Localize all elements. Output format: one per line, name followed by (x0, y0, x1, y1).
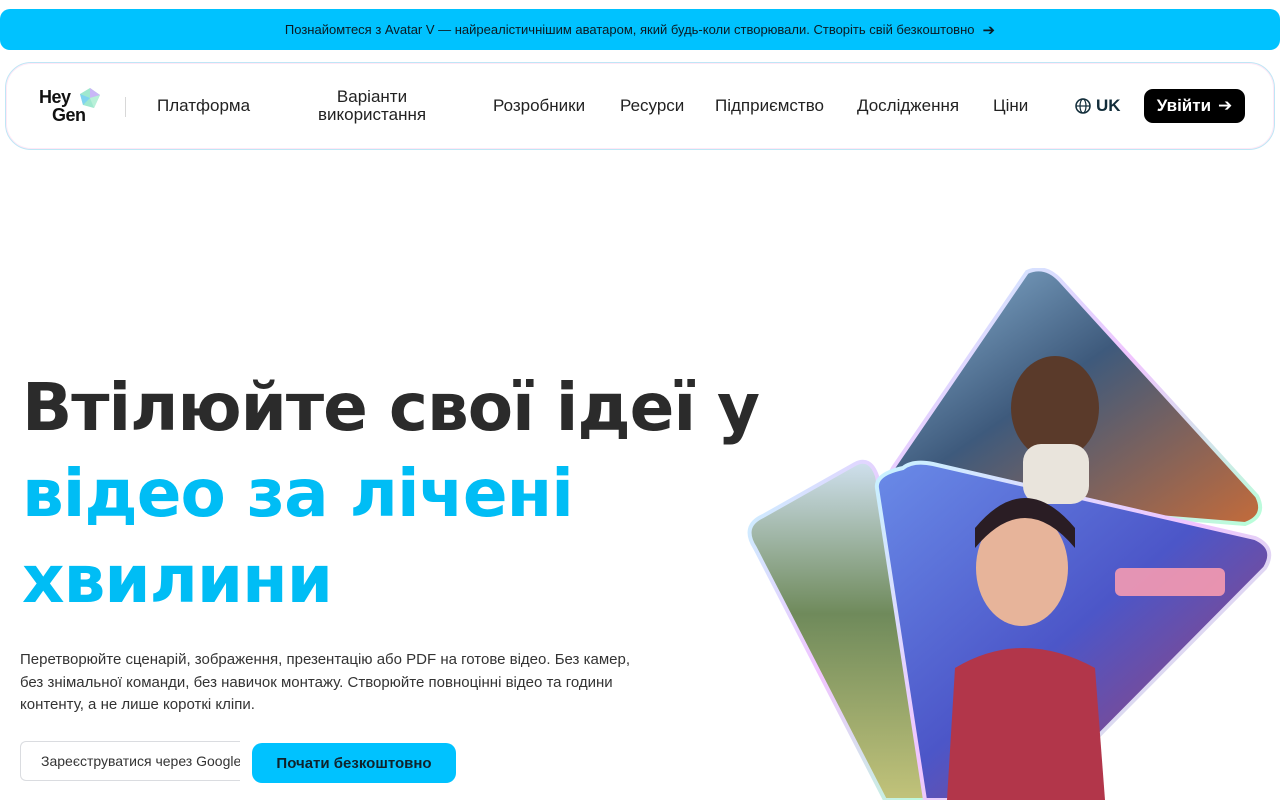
nav-item-pricing[interactable]: Ціни (993, 97, 1028, 115)
nav-item-resources[interactable]: Ресурси (620, 97, 684, 115)
globe-icon (1075, 98, 1091, 114)
announcement-text: Познайомтеся з Avatar V — найреалістичні… (284, 22, 975, 37)
login-button[interactable]: Увійти ➔ (1144, 89, 1245, 123)
google-signup-button[interactable]: Зареєструватися через Google (20, 741, 240, 781)
arrow-right-icon: ➔ (982, 21, 996, 39)
hero-title-line-3: хвилини (22, 541, 333, 618)
hero-title-line-1: Втілюйте свої ідеї у (22, 369, 760, 446)
nav-item-platform[interactable]: Платформа (157, 97, 250, 115)
main-nav: Hey Gen Платформа Варіанти використання … (5, 62, 1275, 150)
nav-item-use-cases[interactable]: Варіанти використання (312, 88, 432, 124)
start-free-button[interactable]: Почати безкоштовно (252, 743, 456, 783)
announcement-bar[interactable]: Познайомтеся з Avatar V — найреалістичні… (0, 9, 1280, 50)
hero-visual (747, 268, 1272, 800)
heygen-logo[interactable]: Hey Gen (39, 87, 109, 127)
login-label: Увійти (1156, 96, 1212, 115)
logo-line-2: Gen (52, 105, 86, 125)
nav-item-enterprise[interactable]: Підприємство (715, 97, 824, 115)
hero-title: Втілюйте свої ідеї у відео за лічені хви… (22, 365, 762, 623)
google-signup-label: Зареєструватися через Google (41, 753, 240, 769)
logo-gem-icon (80, 88, 100, 108)
nav-divider (125, 97, 126, 117)
language-label: UK (1096, 96, 1121, 115)
nav-item-developers[interactable]: Розробники (493, 97, 585, 115)
hero-title-line-2: відео за лічені (22, 455, 574, 532)
nav-item-research[interactable]: Дослідження (857, 97, 959, 115)
hero-subtitle: Перетворюйте сценарій, зображення, презе… (20, 651, 630, 713)
logo-line-1: Hey (39, 87, 71, 107)
arrow-right-icon: ➔ (1218, 96, 1233, 115)
language-selector[interactable]: UK (1075, 96, 1121, 116)
